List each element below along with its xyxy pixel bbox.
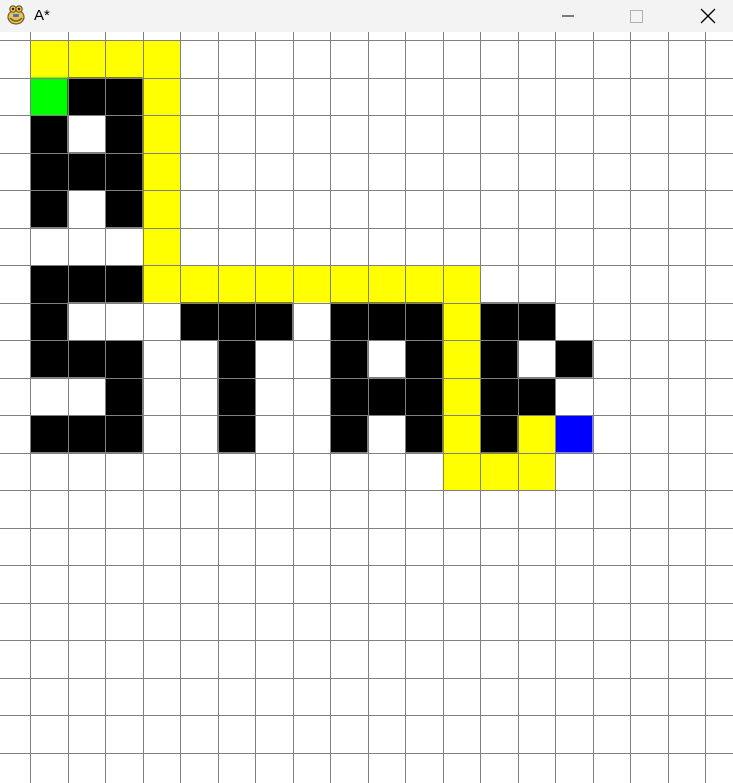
close-button[interactable] [685,0,731,32]
path-cell[interactable] [442,415,481,453]
path-cell[interactable] [255,265,293,303]
wall-cell[interactable] [67,265,106,303]
path-cell[interactable] [142,40,181,78]
path-cell[interactable] [30,40,68,78]
start-cell[interactable] [30,77,68,116]
path-cell[interactable] [480,452,518,491]
wall-cell[interactable] [480,377,518,416]
app-window: A* [0,0,733,783]
wall-cell[interactable] [105,152,143,191]
path-cell[interactable] [142,152,181,191]
path-cell[interactable] [330,265,368,303]
path-cell[interactable] [442,452,481,491]
path-cell[interactable] [405,265,443,303]
wall-cell[interactable] [105,77,143,116]
wall-cell[interactable] [330,377,368,416]
wall-cell[interactable] [330,340,368,378]
wall-cell[interactable] [105,415,143,453]
wall-cell[interactable] [105,190,143,228]
wall-cell[interactable] [217,377,256,416]
wall-cell[interactable] [330,302,368,341]
grid-canvas[interactable] [0,32,733,783]
maximize-button[interactable] [613,0,659,32]
path-cell[interactable] [442,302,481,341]
path-cell[interactable] [142,190,181,228]
wall-cell[interactable] [30,265,68,303]
wall-cell[interactable] [405,302,443,341]
wall-cell[interactable] [105,340,143,378]
path-cell[interactable] [442,265,481,303]
path-cell[interactable] [142,77,181,116]
wall-cell[interactable] [255,302,293,341]
wall-cell[interactable] [405,377,443,416]
path-cell[interactable] [517,415,556,453]
path-cell[interactable] [142,227,181,266]
wall-cell[interactable] [217,340,256,378]
path-cell[interactable] [142,265,181,303]
wall-cell[interactable] [555,340,593,378]
wall-cell[interactable] [217,415,256,453]
wall-cell[interactable] [30,340,68,378]
path-cell[interactable] [142,115,181,153]
window-title: A* [34,7,50,24]
path-cell[interactable] [292,265,331,303]
wall-cell[interactable] [67,77,106,116]
path-cell[interactable] [517,452,556,491]
wall-cell[interactable] [405,415,443,453]
wall-cell[interactable] [105,377,143,416]
wall-cell[interactable] [30,415,68,453]
wall-cell[interactable] [217,302,256,341]
wall-cell[interactable] [180,302,218,341]
wall-cell[interactable] [67,152,106,191]
path-cell[interactable] [67,40,106,78]
close-icon [699,7,717,25]
wall-cell[interactable] [67,415,106,453]
maximize-icon [628,8,644,24]
wall-cell[interactable] [480,340,518,378]
path-cell[interactable] [367,265,406,303]
path-cell[interactable] [105,40,143,78]
python-snake-icon [5,4,27,26]
wall-cell[interactable] [367,377,406,416]
pathfinding-grid[interactable] [0,32,733,783]
wall-cell[interactable] [367,302,406,341]
wall-cell[interactable] [30,190,68,228]
minimize-icon [560,8,576,24]
path-cell[interactable] [180,265,218,303]
wall-cell[interactable] [30,152,68,191]
wall-cell[interactable] [517,377,556,416]
path-cell[interactable] [217,265,256,303]
wall-cell[interactable] [67,340,106,378]
wall-cell[interactable] [105,265,143,303]
path-cell[interactable] [442,340,481,378]
wall-cell[interactable] [30,302,68,341]
wall-cell[interactable] [517,302,556,341]
minimize-button[interactable] [545,0,591,32]
title-bar[interactable]: A* [0,0,733,32]
end-cell[interactable] [555,415,593,453]
wall-cell[interactable] [30,115,68,153]
wall-cell[interactable] [105,115,143,153]
wall-cell[interactable] [330,415,368,453]
wall-cell[interactable] [480,302,518,341]
wall-cell[interactable] [480,415,518,453]
wall-cell[interactable] [405,340,443,378]
path-cell[interactable] [442,377,481,416]
